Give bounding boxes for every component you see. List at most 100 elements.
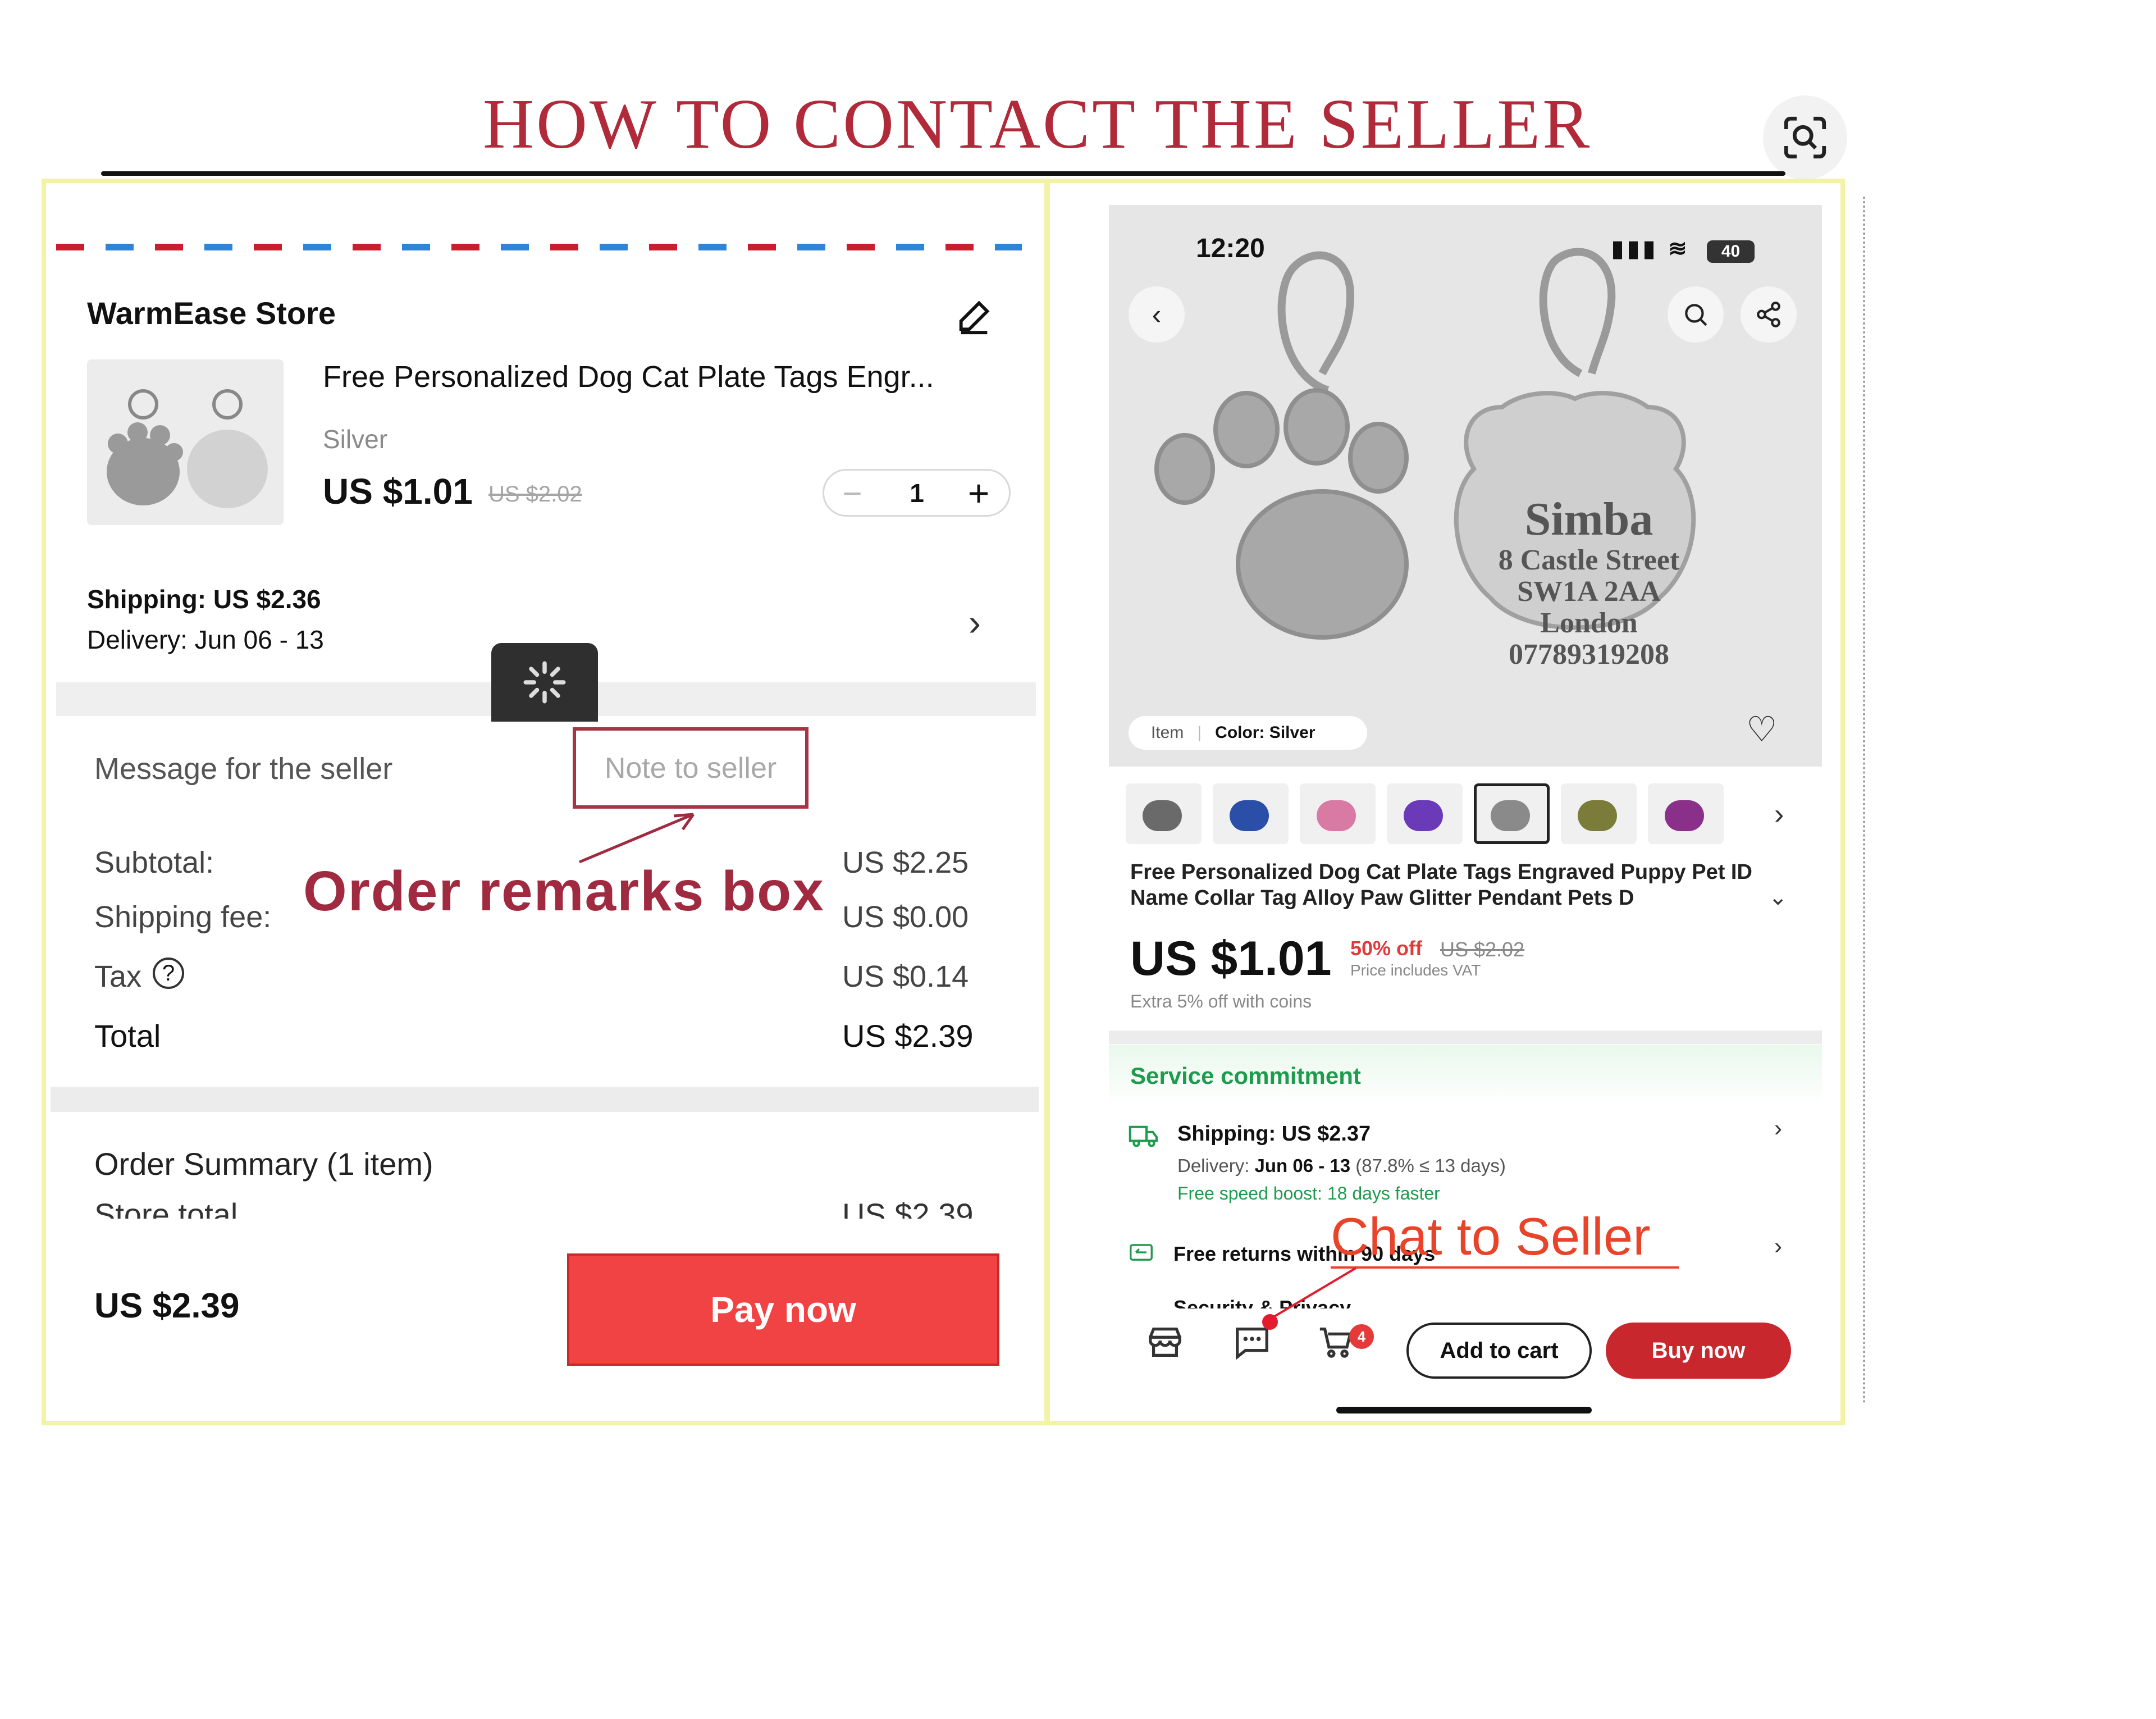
chevron-right-icon[interactable]: › (1774, 1115, 1782, 1142)
variant-swatch[interactable] (1387, 783, 1463, 844)
page-title: HOW TO CONTACT THE SELLER (483, 85, 1592, 163)
chevron-right-icon[interactable]: › (1774, 1233, 1782, 1260)
add-to-cart-button[interactable]: Add to cart (1406, 1323, 1592, 1379)
color-label: Color: Silver (1215, 723, 1315, 742)
variant-swatch[interactable] (1648, 783, 1724, 844)
discount-badge: 50% off (1350, 937, 1423, 960)
swatch-paw (1143, 800, 1182, 831)
product-price: US $1.01 (1130, 932, 1332, 986)
decrease-quantity-button[interactable]: − (824, 471, 880, 516)
variant-swatch[interactable] (1300, 783, 1376, 844)
product-title[interactable]: Free Personalized Dog Cat Plate Tags Eng… (323, 359, 934, 394)
subtotal-value: US $2.25 (842, 846, 969, 879)
buy-now-button[interactable]: Buy now (1606, 1323, 1791, 1379)
product-thumbnail[interactable] (87, 359, 284, 525)
delivery-line: Delivery: Jun 06 - 13 (87, 625, 324, 654)
cart-button[interactable] (1317, 1323, 1356, 1365)
shipping-info[interactable]: Shipping: US $2.37 (1177, 1122, 1371, 1146)
status-time: 12:20 (1196, 234, 1265, 263)
note-to-seller-input[interactable]: Note to seller (573, 727, 808, 809)
quantity-stepper: − 1 + (823, 469, 1011, 517)
product-gallery[interactable] (1109, 205, 1822, 767)
heart-icon[interactable]: ♡ (1746, 709, 1778, 750)
engraved-text: Simba 8 Castle Street SW1A 2AA London 07… (1482, 494, 1696, 671)
top-rule (101, 171, 1785, 176)
tax-value: US $0.14 (842, 960, 969, 993)
total-label: Total (94, 1018, 161, 1054)
service-commitment-title: Service commitment (1130, 1063, 1361, 1089)
variant-swatches (1126, 783, 1749, 845)
annotation-dot (1262, 1314, 1278, 1330)
store-total-value: US $2.39 (842, 1197, 974, 1219)
store-total-row: Store total US $2.39 (90, 1196, 988, 1219)
annotation-underline (1331, 1266, 1679, 1269)
order-summary-heading: Order Summary (1 item) (94, 1146, 433, 1182)
original-price: US $2.02 (488, 482, 582, 507)
frame-divider (1044, 179, 1050, 1425)
subtotal-label: Subtotal: (94, 846, 214, 879)
scan-search-icon (1784, 116, 1826, 159)
delivery-info: Delivery: Jun 06 - 13 (87.8% ≤ 13 days) (1177, 1155, 1506, 1177)
bottom-total: US $2.39 (94, 1287, 240, 1325)
engraved-line: SW1A 2AA (1517, 576, 1661, 608)
signal-wifi-icon: ▮▮▮ ≋ (1611, 236, 1691, 261)
share-button[interactable] (1741, 286, 1797, 343)
engraved-line: London (1540, 607, 1638, 639)
engraved-line: 07789319208 (1509, 639, 1669, 671)
battery-icon: 40 (1707, 240, 1755, 263)
original-price: US $2.02 (1440, 938, 1525, 961)
separator: | (1197, 723, 1202, 742)
home-indicator (1336, 1407, 1592, 1413)
truck-icon (1129, 1123, 1159, 1148)
section-divider (51, 1087, 1039, 1112)
back-button[interactable]: ‹ (1129, 286, 1185, 343)
engraved-line: 8 Castle Street (1498, 544, 1680, 576)
shipping-fee-value: US $0.00 (842, 900, 969, 934)
quantity-value: 1 (910, 478, 924, 508)
cart-count-badge: 4 (1349, 1324, 1374, 1349)
variant-swatch-selected[interactable] (1474, 783, 1550, 844)
store-name[interactable]: WarmEase Store (87, 295, 336, 331)
coins-note: Extra 5% off with coins (1130, 991, 1312, 1011)
dotted-edge (1863, 197, 1865, 1404)
product-title: Free Personalized Dog Cat Plate Tags Eng… (1130, 860, 1752, 910)
help-icon[interactable]: ? (153, 957, 184, 989)
pay-now-button[interactable]: Pay now (567, 1253, 999, 1366)
vat-note: Price includes VAT (1350, 961, 1481, 979)
delivery-dates: Jun 06 - 13 (1254, 1155, 1351, 1176)
item-label: Item (1151, 723, 1184, 742)
airmail-border (56, 244, 1022, 250)
visual-search-button[interactable] (1763, 95, 1847, 180)
chevron-right-icon[interactable]: › (969, 601, 981, 644)
speed-boost-note: Free speed boost: 18 days faster (1177, 1183, 1440, 1203)
store-total-label: Store total (94, 1197, 238, 1219)
shipping-label: Shipping: (87, 585, 207, 614)
shipping-line: Shipping: US $2.36 (87, 584, 321, 614)
shipping-value: US $2.36 (213, 585, 321, 614)
product-variant: Silver (323, 425, 388, 454)
section-divider (1109, 1031, 1822, 1044)
chevron-down-icon[interactable]: ⌄ (1769, 884, 1788, 910)
order-remarks-annotation: Order remarks box (303, 860, 825, 923)
engraved-name: Simba (1524, 493, 1653, 545)
product-price: US $1.01 (323, 471, 473, 512)
increase-quantity-button[interactable]: + (951, 471, 1007, 516)
delivery-label: Delivery: (1177, 1155, 1250, 1176)
search-icon (1685, 304, 1707, 326)
edit-icon[interactable] (954, 297, 994, 336)
returns-icon (1129, 1241, 1154, 1264)
shipping-fee-label: Shipping fee: (94, 900, 272, 934)
share-icon (1757, 302, 1780, 327)
variant-swatch[interactable] (1561, 783, 1637, 844)
total-value: US $2.39 (842, 1018, 974, 1054)
message-for-seller-label: Message for the seller (94, 752, 393, 786)
chevron-right-icon[interactable]: › (1774, 797, 1784, 831)
store-button[interactable] (1145, 1323, 1185, 1365)
loading-spinner-icon (491, 643, 598, 722)
tax-label: Tax (94, 960, 142, 993)
search-button[interactable] (1668, 286, 1724, 343)
delivery-note: (87.8% ≤ 13 days) (1355, 1155, 1506, 1176)
variant-swatch[interactable] (1213, 783, 1289, 844)
chevron-left-icon: ‹ (1152, 299, 1162, 330)
item-color-pill[interactable]: Item | Color: Silver (1129, 716, 1367, 750)
